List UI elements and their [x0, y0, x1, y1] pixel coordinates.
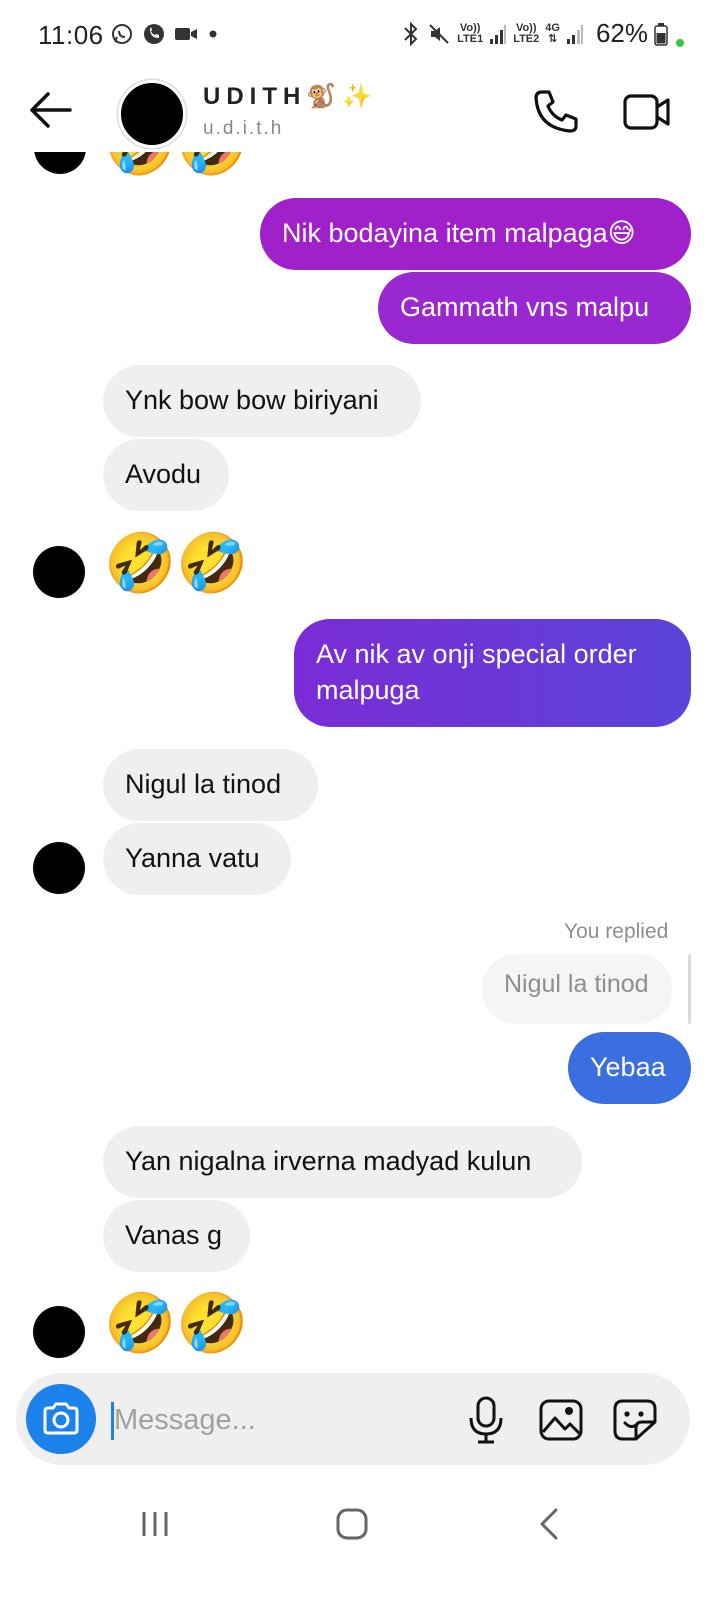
home-icon: [336, 1508, 368, 1540]
whatsapp-icon: [112, 24, 132, 44]
message-line: Av nik av onji special order: [316, 639, 637, 669]
status-time: 11:06: [38, 20, 104, 50]
dot-icon: [209, 30, 217, 38]
sender-avatar[interactable]: [33, 546, 85, 598]
bluetooth-icon: [404, 21, 418, 46]
sim2-indicator: Vo)) LTE2: [513, 21, 540, 45]
recents-icon: [142, 1512, 168, 1536]
sender-avatar[interactable]: [33, 842, 85, 894]
emoji-message[interactable]: 🤣🤣: [104, 532, 248, 596]
video-call-button[interactable]: [622, 90, 672, 134]
mute-icon: [429, 23, 449, 44]
microphone-icon: [469, 1396, 503, 1444]
status-left-icons: [110, 22, 220, 46]
chevron-left-icon: [540, 1508, 558, 1540]
contact-username[interactable]: u.d.i.t.h: [203, 118, 283, 140]
nav-recents-button[interactable]: [138, 1508, 172, 1540]
signal-icon: [490, 24, 507, 44]
battery-icon: [654, 22, 668, 46]
gallery-button[interactable]: [538, 1398, 584, 1442]
sender-avatar[interactable]: [34, 152, 86, 174]
video-camera-icon: [623, 94, 670, 130]
message-line: malpuga: [316, 675, 420, 705]
image-icon: [539, 1399, 583, 1441]
contact-name[interactable]: UDITH🐒✨: [203, 82, 378, 111]
outgoing-message[interactable]: Av nik av onji special order malpuga: [294, 619, 691, 727]
nav-home-button[interactable]: [334, 1506, 370, 1542]
voice-message-button[interactable]: [466, 1396, 506, 1444]
outgoing-message[interactable]: Nik bodayina item malpaga😅: [260, 198, 691, 270]
contact-avatar[interactable]: [118, 80, 186, 148]
privacy-dot-icon: [676, 38, 684, 47]
incoming-message[interactable]: Avodu: [103, 439, 229, 511]
camera-button[interactable]: [26, 1384, 96, 1454]
status-bar: 11:06 Vo)) LTE1 Vo)) LTE2 4G ⇅ 62%: [0, 0, 720, 72]
battery-percent: 62%: [595, 18, 648, 48]
sticker-button[interactable]: [612, 1398, 658, 1442]
incoming-message[interactable]: Yan nigalna irverna madyad kulun: [103, 1126, 582, 1198]
status-right-icons: Vo)) LTE1 Vo)) LTE2 4G ⇅ 62%: [401, 18, 684, 49]
sender-avatar[interactable]: [33, 1306, 85, 1358]
chat-area[interactable]: 🤣🤣 Nik bodayina item malpaga😅 Gammath vn…: [0, 152, 720, 1370]
phone-call-icon: [144, 24, 164, 44]
arrow-left-icon: [30, 92, 72, 128]
incoming-message[interactable]: Nigul la tinod: [103, 749, 318, 821]
emoji-message[interactable]: 🤣🤣: [104, 1292, 248, 1356]
incoming-message[interactable]: Ynk bow bow biriyani: [103, 365, 421, 437]
voice-call-button[interactable]: [532, 88, 580, 134]
incoming-message[interactable]: Vanas g: [103, 1200, 250, 1272]
reply-indicator-bar: [688, 954, 691, 1024]
quoted-message[interactable]: Nigul la tinod: [482, 954, 672, 1024]
reply-label: You replied: [564, 920, 669, 943]
outgoing-message[interactable]: Yebaa: [568, 1032, 691, 1104]
outgoing-message[interactable]: Gammath vns malpu: [378, 272, 691, 344]
back-button[interactable]: [24, 88, 76, 132]
network-type: 4G ⇅: [545, 21, 560, 45]
sim1-indicator: Vo)) LTE1: [457, 21, 484, 45]
sticker-icon: [613, 1399, 657, 1441]
video-status-icon: [175, 28, 197, 40]
signal-icon-2: [566, 24, 583, 44]
message-input[interactable]: [110, 1398, 454, 1442]
phone-icon: [534, 90, 578, 133]
emoji-message[interactable]: 🤣🤣: [104, 152, 248, 178]
camera-icon: [43, 1402, 79, 1435]
nav-back-button[interactable]: [534, 1506, 564, 1542]
incoming-message[interactable]: Yanna vatu: [103, 823, 291, 895]
